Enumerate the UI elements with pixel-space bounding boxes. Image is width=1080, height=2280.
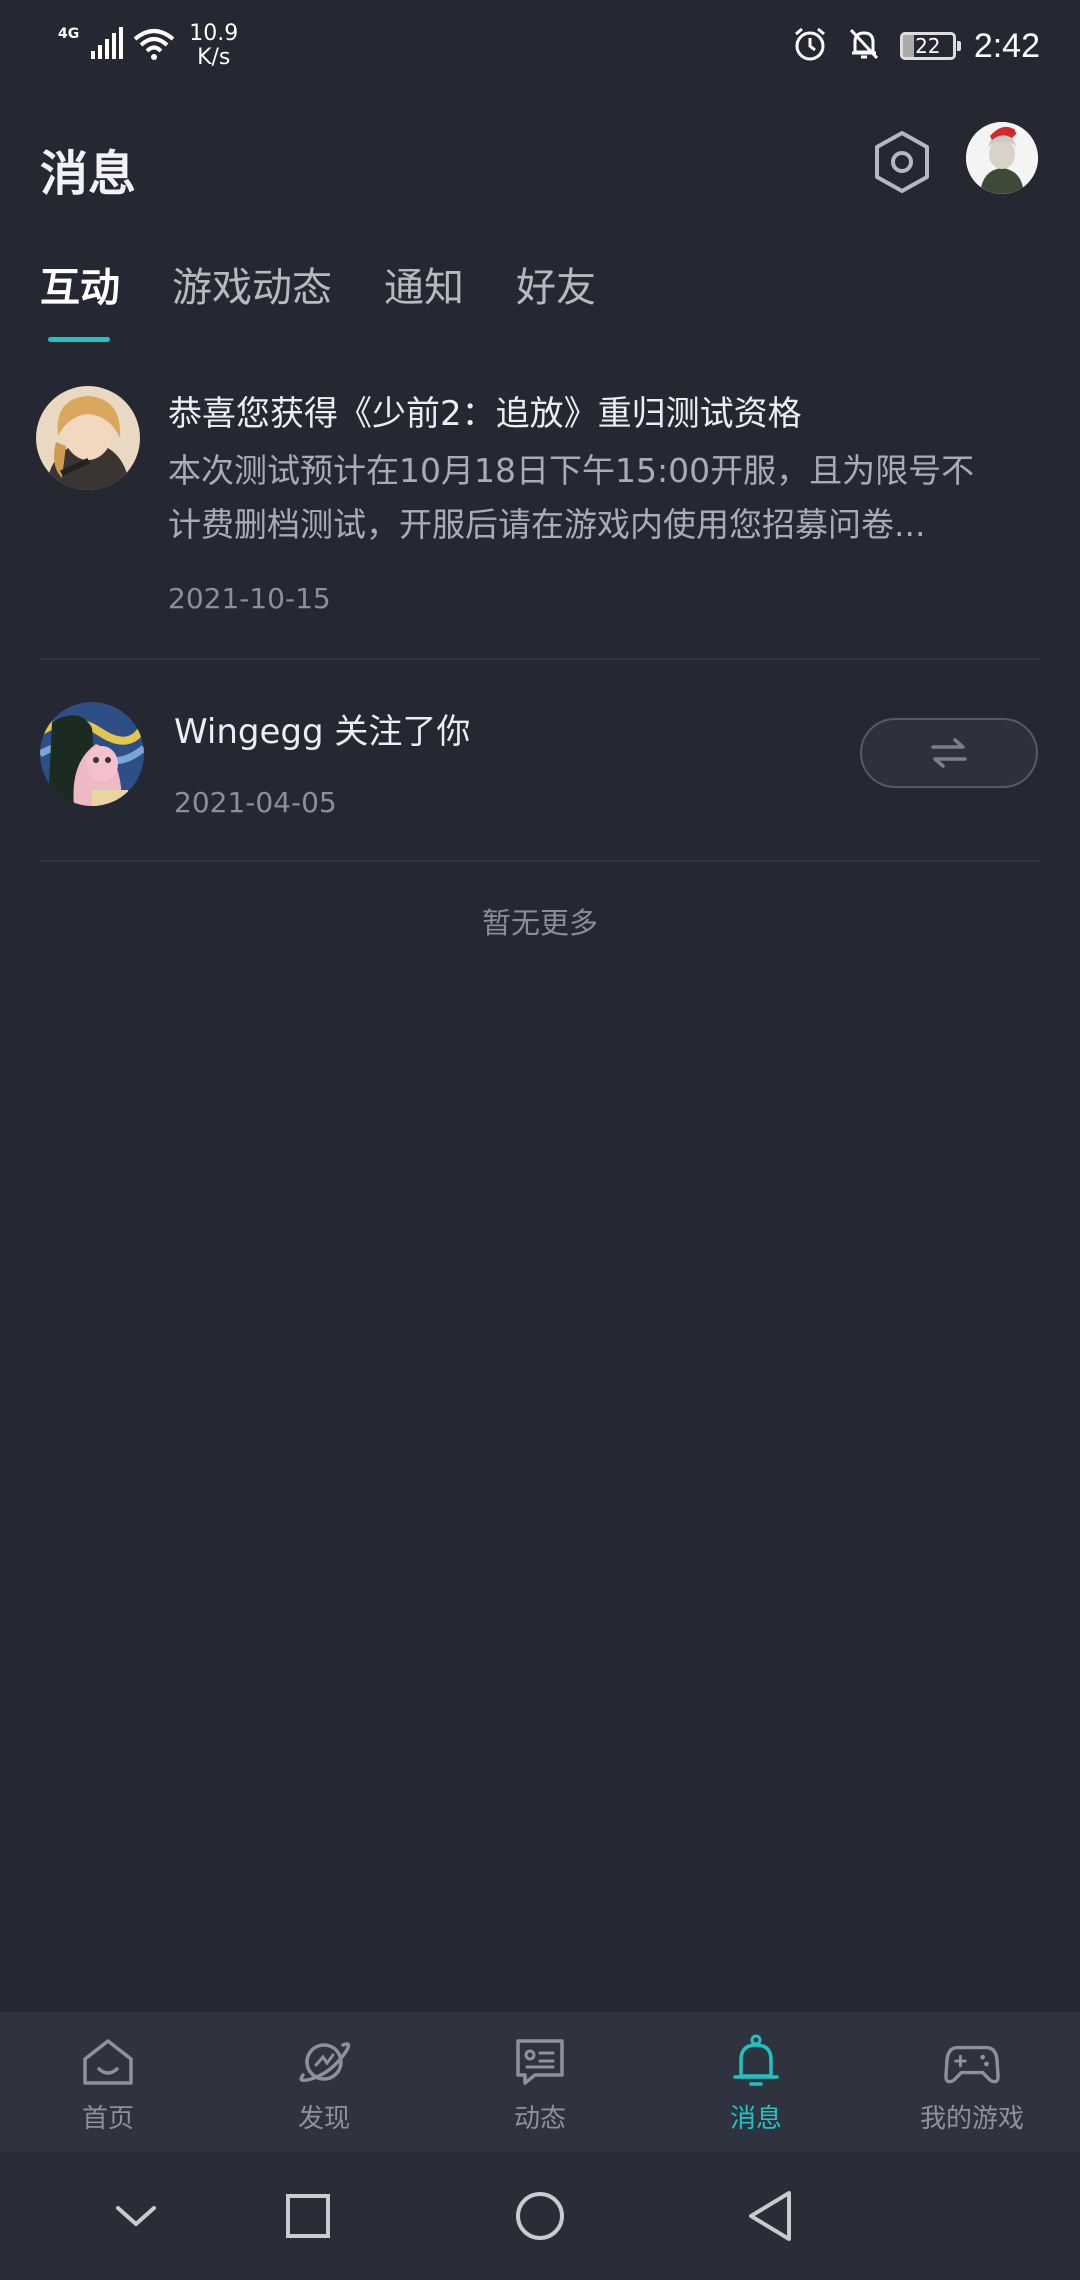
alarm-icon (792, 26, 828, 66)
settings-button[interactable] (868, 126, 936, 198)
speed-value: 10.9 (189, 21, 239, 46)
message-item[interactable]: 恭喜您获得《少前2：追放》重归测试资格 本次测试预计在10月18日下午15:00… (0, 380, 1080, 660)
clock: 2:42 (973, 26, 1040, 65)
nav-home[interactable]: 首页 (0, 2012, 216, 2152)
triangle-back-icon (749, 2191, 791, 2241)
message-body: 本次测试预计在10月18日下午15:00开服，且为限号不 计费删档测试，开服后请… (168, 444, 1038, 552)
nav-label: 我的游戏 (919, 2104, 1024, 2134)
battery-icon: 22 (899, 32, 961, 60)
home-icon (80, 2034, 136, 2090)
bell-icon (728, 2034, 784, 2090)
message-title: 恭喜您获得《少前2：追放》重归测试资格 (168, 394, 802, 434)
chat-card-icon (512, 2034, 568, 2090)
nav-label: 动态 (513, 2104, 566, 2134)
signal-icon (89, 27, 124, 65)
mutual-follow-icon (931, 738, 967, 768)
tab-label: 通知 (384, 265, 464, 311)
back-button[interactable] (738, 2184, 802, 2248)
nav-label: 发现 (297, 2104, 350, 2134)
hexagon-settings-icon (875, 131, 929, 193)
tab-label: 互动 (40, 265, 120, 311)
nav-label: 消息 (729, 2104, 782, 2134)
divider (40, 860, 1040, 862)
message-title: Wingegg 关注了你 (174, 712, 471, 752)
nav-messages[interactable]: 消息 (648, 2012, 864, 2152)
mutual-follow-button[interactable] (860, 718, 1038, 788)
sender-avatar[interactable] (36, 386, 140, 490)
message-date: 2021-04-05 (174, 786, 337, 819)
network-speed: 10.9 K/s (189, 22, 238, 70)
message-body-line: 本次测试预计在10月18日下午15:00开服，且为限号不 (168, 451, 975, 490)
nav-my-games[interactable]: 我的游戏 (864, 2012, 1080, 2152)
tab-bar: 互动 游戏动态 通知 好友 (40, 255, 648, 345)
speed-unit: K/s (197, 45, 231, 70)
square-icon (286, 2194, 330, 2238)
status-right: 22 2:42 (792, 20, 1040, 72)
tab-label: 游戏动态 (172, 265, 332, 311)
bottom-nav: 首页 发现 动态 消息 我的游戏 (0, 2012, 1080, 2152)
active-tab-indicator (48, 337, 110, 342)
tab-interaction[interactable]: 互动 (40, 255, 120, 342)
nav-feed[interactable]: 动态 (432, 2012, 648, 2152)
no-more-text: 暂无更多 (481, 906, 598, 940)
nav-label: 首页 (81, 2104, 134, 2134)
gamepad-icon (944, 2034, 1000, 2090)
wifi-icon (133, 27, 175, 65)
system-nav-bar (0, 2152, 1080, 2280)
follower-avatar[interactable] (40, 702, 144, 806)
circle-icon (516, 2192, 564, 2240)
nav-discover[interactable]: 发现 (216, 2012, 432, 2152)
message-date: 2021-10-15 (168, 582, 331, 615)
header: 消息 (0, 110, 1080, 220)
recents-button[interactable] (276, 2184, 340, 2248)
status-bar: 4G 10.9 K/s 22 2:42 (0, 0, 1080, 92)
tab-game-updates[interactable]: 游戏动态 (172, 255, 332, 325)
tab-notifications[interactable]: 通知 (384, 255, 464, 325)
tab-friends[interactable]: 好友 (516, 255, 596, 325)
network-type: 4G (58, 26, 80, 42)
planet-icon (296, 2034, 352, 2090)
home-button[interactable] (508, 2184, 572, 2248)
message-body-line: 计费删档测试，开服后请在游戏内使用您招募问卷... (168, 505, 926, 544)
collapse-button[interactable] (104, 2184, 168, 2248)
battery-level: 22 (915, 34, 941, 58)
tab-label: 好友 (516, 265, 596, 311)
chevron-down-icon (116, 2206, 156, 2226)
status-left: 4G 10.9 K/s (58, 20, 238, 72)
user-avatar[interactable] (966, 122, 1038, 194)
divider (40, 658, 1040, 660)
mute-bell-icon (846, 26, 882, 66)
page-title: 消息 (40, 146, 137, 202)
